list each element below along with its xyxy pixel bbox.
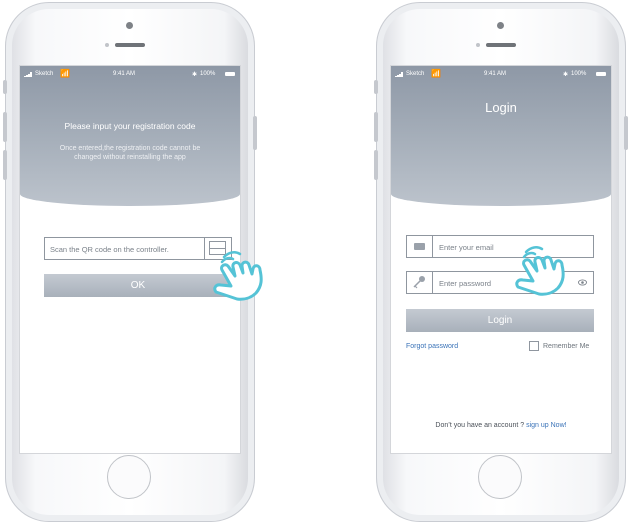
- bluetooth-icon: ✱: [563, 72, 569, 78]
- battery-percent: 100%: [571, 71, 587, 77]
- signal-icon: [395, 72, 404, 77]
- hand-pointer-icon: [515, 246, 565, 296]
- power-button: [624, 116, 628, 150]
- proximity-sensor: [476, 43, 480, 47]
- mute-switch: [374, 80, 378, 94]
- screen-registration: Sketch 📶 9:41 AM ✱ 100% Please input you…: [20, 66, 240, 453]
- signup-link[interactable]: sign up Now!: [526, 422, 566, 429]
- hand-pointer-icon: [213, 251, 263, 301]
- front-camera: [497, 22, 504, 29]
- page-subtitle: Once entered,the registration code canno…: [59, 145, 201, 161]
- battery-icon: [225, 72, 235, 76]
- proximity-sensor: [105, 43, 109, 47]
- status-time: 9:41 AM: [113, 71, 136, 77]
- right-phone: Sketch 📶 9:41 AM ✱ 100% Login Enter your…: [374, 0, 628, 522]
- key-icon: [407, 272, 433, 293]
- wifi-icon: 📶: [60, 69, 70, 78]
- qr-input-placeholder: Scan the QR code on the controller.: [50, 245, 169, 254]
- signal-icon: [24, 72, 33, 77]
- email-placeholder: Enter your email: [439, 243, 494, 252]
- qr-code-input[interactable]: Scan the QR code on the controller.: [44, 237, 232, 260]
- screen-login: Sketch 📶 9:41 AM ✱ 100% Login Enter your…: [391, 66, 611, 453]
- ok-button[interactable]: OK: [44, 274, 232, 297]
- password-placeholder: Enter password: [439, 279, 492, 288]
- volume-down-button: [3, 150, 7, 180]
- power-button: [253, 116, 257, 150]
- email-icon: [407, 236, 433, 257]
- mute-switch: [3, 80, 7, 94]
- earpiece-speaker: [115, 43, 145, 47]
- volume-up-button: [3, 112, 7, 142]
- remember-me-checkbox[interactable]: [529, 341, 539, 351]
- earpiece-speaker: [486, 43, 516, 47]
- home-button: [107, 455, 151, 499]
- battery-percent: 100%: [200, 71, 216, 77]
- volume-down-button: [374, 150, 378, 180]
- login-button[interactable]: Login: [406, 309, 594, 332]
- page-title: Please input your registration code: [64, 121, 196, 131]
- wifi-icon: 📶: [431, 69, 441, 78]
- carrier-label: Sketch: [35, 71, 54, 77]
- header-banner: [391, 66, 611, 206]
- bluetooth-icon: ✱: [192, 72, 198, 78]
- carrier-label: Sketch: [406, 71, 425, 77]
- front-camera: [126, 22, 133, 29]
- signup-prompt: Don’t you have an account ? sign up Now!: [391, 422, 611, 429]
- forgot-password-link[interactable]: Forgot password: [406, 343, 458, 350]
- eye-icon[interactable]: [578, 279, 587, 286]
- no-account-text: Don’t you have an account ?: [435, 422, 525, 429]
- home-button: [478, 455, 522, 499]
- status-time: 9:41 AM: [484, 71, 507, 77]
- page-title: Login: [485, 100, 517, 115]
- battery-icon: [596, 72, 606, 76]
- header-banner: [20, 66, 240, 206]
- remember-me-label: Remember Me: [543, 343, 590, 350]
- volume-up-button: [374, 112, 378, 142]
